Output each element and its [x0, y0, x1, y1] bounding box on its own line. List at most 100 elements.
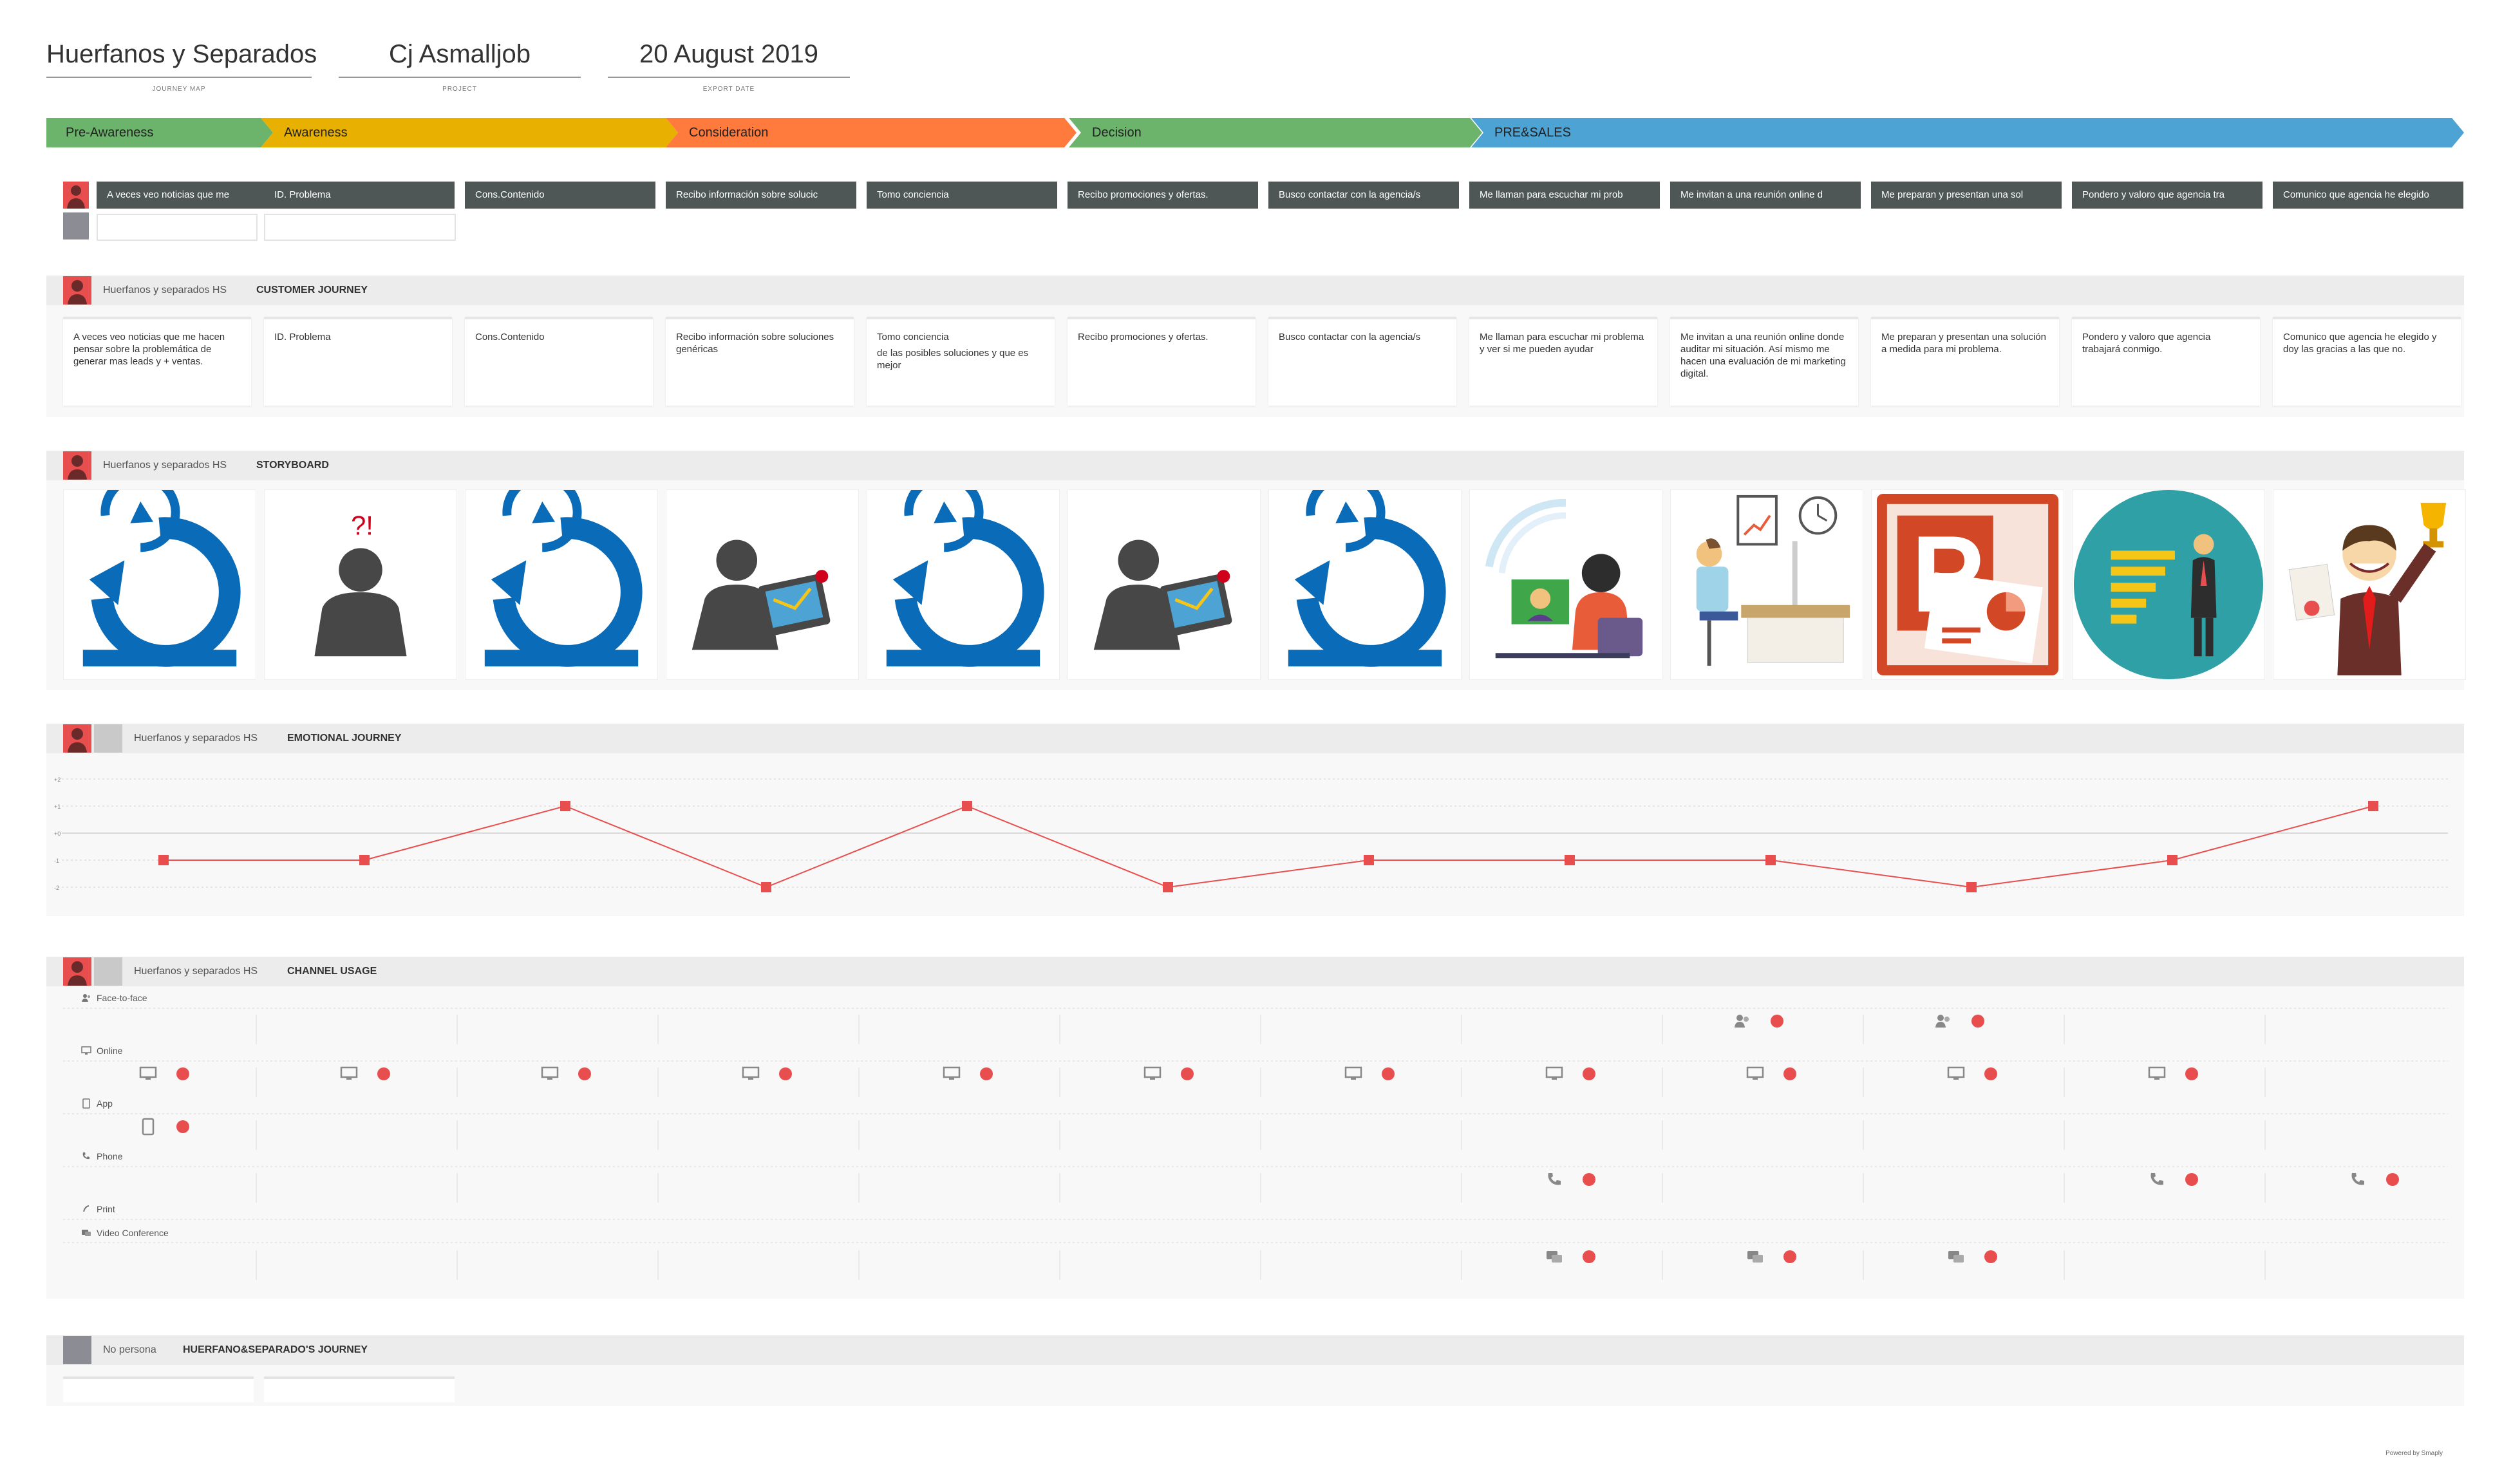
- persona-avatar-placeholder[interactable]: [94, 957, 122, 986]
- lane-header: Huerfanos y separados HS EMOTIONAL JOURN…: [46, 724, 2464, 753]
- channel-mark[interactable]: [742, 1065, 792, 1083]
- storyboard-cell[interactable]: [666, 489, 859, 680]
- stage-pre-awareness[interactable]: Pre-Awareness: [46, 118, 273, 147]
- phone-icon: [82, 1152, 89, 1160]
- persona-avatar-placeholder[interactable]: [63, 1336, 91, 1364]
- channel-mark[interactable]: [1947, 1065, 1997, 1083]
- channel-grid: Face-to-face Online App Phone Print Vide…: [46, 986, 2464, 1299]
- step-tile[interactable]: A veces veo noticias que me: [97, 182, 287, 209]
- persona-avatar[interactable]: [63, 957, 91, 986]
- question-person-icon: ?!: [314, 511, 407, 657]
- people-icon: [1735, 1015, 1749, 1028]
- storyboard-cell[interactable]: [1469, 489, 1662, 680]
- monitor-icon: [1746, 1066, 1764, 1080]
- step-tile[interactable]: Me invitan a una reunión online d: [1670, 182, 1861, 209]
- stage-consideration[interactable]: Consideration: [666, 118, 1077, 147]
- monitor-icon: [139, 1066, 157, 1080]
- persona-avatar[interactable]: [63, 182, 89, 209]
- emotion-point[interactable]: [359, 855, 370, 865]
- emotion-point[interactable]: [1565, 855, 1575, 865]
- step-tile[interactable]: Recibo información sobre solucic: [666, 182, 856, 209]
- persona-avatar-placeholder[interactable]: [63, 212, 89, 240]
- journey-card[interactable]: Me llaman para escuchar mi problema y ve…: [1469, 317, 1657, 406]
- channel-mark[interactable]: [2148, 1170, 2198, 1188]
- journey-card[interactable]: Tomo conciencia de las posibles solucione…: [867, 317, 1055, 406]
- channel-mark[interactable]: [1344, 1065, 1395, 1083]
- journey-card[interactable]: ID. Problema: [264, 317, 452, 406]
- video-chat-icon: [1547, 1251, 1562, 1263]
- storyboard-cell[interactable]: [1268, 489, 1462, 680]
- emotion-point[interactable]: [761, 882, 771, 892]
- project-name[interactable]: Cj Asmalljob: [339, 40, 581, 78]
- step-tile[interactable]: Cons.Contenido: [465, 182, 655, 209]
- channel-mark[interactable]: [1947, 1248, 1997, 1266]
- channel-mark[interactable]: [340, 1065, 390, 1083]
- journey-card[interactable]: Recibo información sobre soluciones gené…: [666, 317, 854, 406]
- step-tile[interactable]: Tomo conciencia: [867, 182, 1057, 209]
- storyboard-cell[interactable]: [63, 489, 256, 680]
- journey-card[interactable]: Busco contactar con la agencia/s: [1268, 317, 1456, 406]
- storyboard-cell[interactable]: [2273, 489, 2466, 680]
- journey-card[interactable]: Me invitan a una reunión online donde au…: [1670, 317, 1858, 406]
- persona-avatar[interactable]: [63, 276, 91, 305]
- step-tile[interactable]: Comunico que agencia he elegido: [2273, 182, 2463, 209]
- journey-card[interactable]: Cons.Contenido: [465, 317, 653, 406]
- channel-mark[interactable]: [1746, 1248, 1796, 1266]
- emotion-point[interactable]: [560, 801, 570, 811]
- persona-avatar-placeholder[interactable]: [94, 724, 122, 753]
- channel-mark[interactable]: [1746, 1065, 1796, 1083]
- journey-card[interactable]: Pondero y valoro que agencia trabajará c…: [2072, 317, 2260, 406]
- empty-journey-cell[interactable]: [63, 1376, 254, 1402]
- storyboard-cell[interactable]: [1670, 489, 1863, 680]
- storyboard-cell[interactable]: [2072, 489, 2265, 680]
- stage-awareness[interactable]: Awareness: [261, 118, 678, 147]
- emotion-point[interactable]: [1966, 882, 1977, 892]
- step-tile[interactable]: Me preparan y presentan una sol: [1871, 182, 2062, 209]
- journey-card[interactable]: Me preparan y presentan una solución a m…: [1871, 317, 2059, 406]
- stage-decision[interactable]: Decision: [1069, 118, 1482, 147]
- step-tile[interactable]: Me llaman para escuchar mi prob: [1469, 182, 1660, 209]
- channel-mark[interactable]: [1934, 1012, 1984, 1030]
- channel-mark[interactable]: [139, 1118, 189, 1136]
- journey-map-title[interactable]: Huerfanos y Separados: [46, 40, 317, 78]
- emotion-point[interactable]: [158, 855, 169, 865]
- emotion-point[interactable]: [962, 801, 972, 811]
- export-date-field: 20 August 2019 EXPORT DATE: [608, 40, 850, 93]
- emotion-point[interactable]: [1765, 855, 1776, 865]
- channel-mark[interactable]: [1545, 1248, 1595, 1266]
- channel-mark[interactable]: [139, 1065, 189, 1083]
- emotion-point[interactable]: [2167, 855, 2178, 865]
- journey-card[interactable]: A veces veo noticias que me hacen pensar…: [63, 317, 251, 406]
- channel-mark[interactable]: [1733, 1012, 1783, 1030]
- journey-card[interactable]: Comunico que agencia he elegido y doy la…: [2273, 317, 2461, 406]
- channel-mark[interactable]: [1545, 1170, 1595, 1188]
- channel-mark[interactable]: [2349, 1170, 2399, 1188]
- storyboard-cell[interactable]: [867, 489, 1060, 680]
- step-tile[interactable]: ID. Problema: [264, 182, 455, 209]
- emotion-point[interactable]: [1364, 855, 1374, 865]
- storyboard-cell[interactable]: [465, 489, 658, 680]
- storyboard-cell[interactable]: P: [1871, 489, 2064, 680]
- channel-mark[interactable]: [943, 1065, 993, 1083]
- lane-title: EMOTIONAL JOURNEY: [287, 733, 402, 744]
- channel-mark[interactable]: [2148, 1065, 2198, 1083]
- channel-mark[interactable]: [1143, 1065, 1194, 1083]
- empty-step-cell[interactable]: [97, 214, 258, 241]
- emotion-point[interactable]: [1163, 882, 1173, 892]
- storyboard-cell[interactable]: [1068, 489, 1261, 680]
- emotion-point[interactable]: [2368, 801, 2378, 811]
- channel-mark[interactable]: [541, 1065, 591, 1083]
- empty-step-cell[interactable]: [264, 214, 456, 241]
- powered-by[interactable]: Powered by Smaply: [2385, 1450, 2443, 1457]
- empty-journey-cell[interactable]: [264, 1376, 455, 1402]
- powerpoint-logo: P: [1876, 493, 2059, 676]
- journey-card[interactable]: Recibo promociones y ofertas.: [1068, 317, 1256, 406]
- storyboard-cell[interactable]: ?!: [264, 489, 457, 680]
- step-tile[interactable]: Recibo promociones y ofertas.: [1068, 182, 1258, 209]
- step-tile[interactable]: Busco contactar con la agencia/s: [1268, 182, 1459, 209]
- step-tile[interactable]: Pondero y valoro que agencia tra: [2072, 182, 2263, 209]
- stage-pre-sales[interactable]: PRE&SALES: [1471, 118, 2464, 147]
- channel-mark[interactable]: [1545, 1065, 1595, 1083]
- persona-avatar[interactable]: [63, 724, 91, 753]
- persona-avatar[interactable]: [63, 451, 91, 480]
